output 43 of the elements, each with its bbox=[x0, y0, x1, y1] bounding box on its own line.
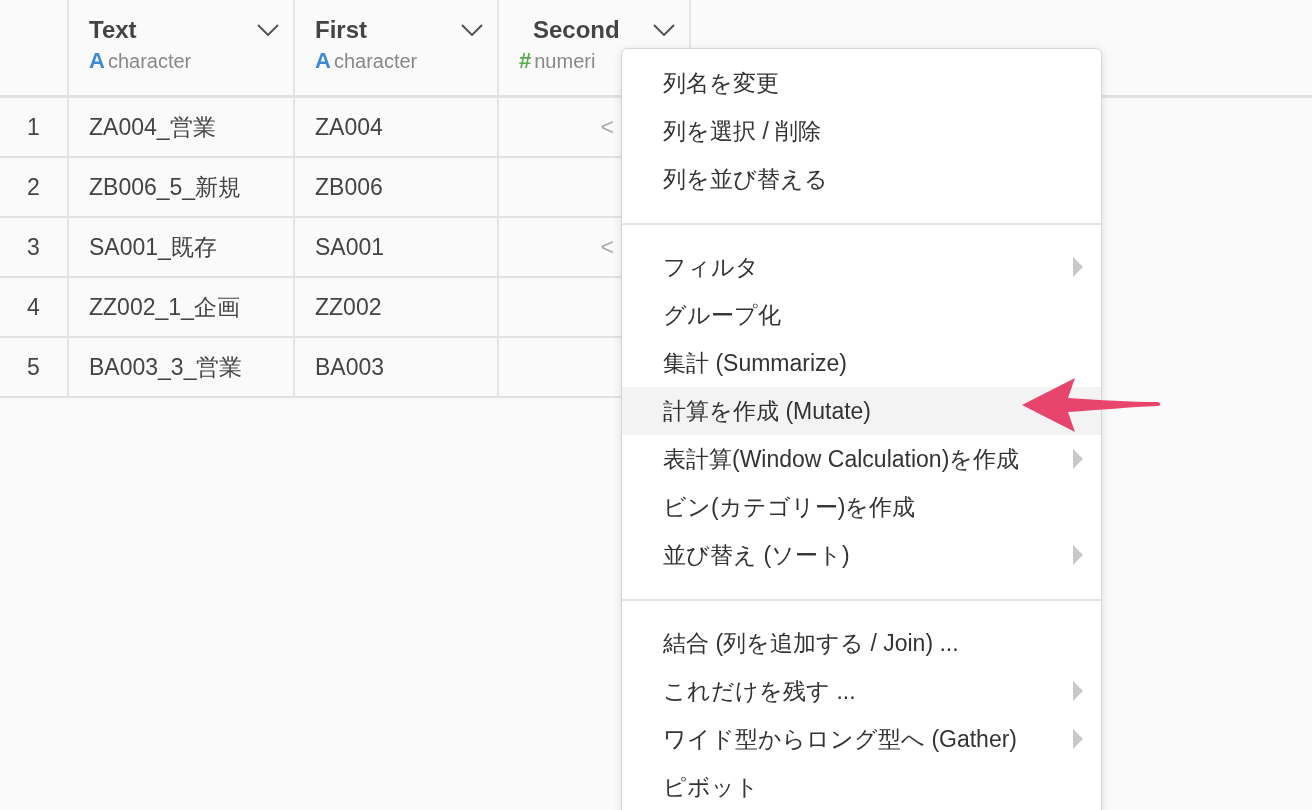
menu-item[interactable]: ワイド型からロング型へ (Gather) bbox=[622, 715, 1101, 763]
chevron-down-icon[interactable] bbox=[653, 24, 675, 36]
table-cell: BA003 bbox=[315, 353, 385, 381]
chevron-down-icon[interactable] bbox=[461, 24, 483, 36]
menu-item[interactable]: 並び替え (ソート) bbox=[622, 531, 1101, 579]
column-type: character bbox=[333, 49, 418, 73]
row-number: 4 bbox=[27, 293, 40, 321]
table-cell: ZZ002 bbox=[315, 293, 382, 321]
table-cell-text: ZB006_5_新規 bbox=[89, 172, 242, 202]
column-name: Text bbox=[89, 16, 137, 44]
chevron-down-icon[interactable] bbox=[257, 24, 279, 36]
hash-icon: # bbox=[519, 48, 532, 74]
menu-item[interactable]: 表計算(Window Calculation)を作成 bbox=[622, 435, 1101, 483]
menu-item[interactable]: これだけを残す ... bbox=[622, 667, 1101, 715]
menu-item[interactable]: フィルタ bbox=[622, 243, 1101, 291]
menu-item[interactable]: 列を選択 / 削除 bbox=[622, 107, 1101, 155]
letter-a-icon: A bbox=[315, 48, 331, 74]
table-cell-text: SA001_既存 bbox=[89, 232, 217, 262]
menu-item[interactable]: ビン(カテゴリー)を作成 bbox=[622, 483, 1101, 531]
table-cell: < bbox=[600, 113, 614, 141]
column-name: First bbox=[315, 16, 367, 44]
table-cell-text: ZZ002_1_企画 bbox=[89, 292, 240, 322]
column-type: numeri bbox=[534, 49, 596, 73]
table-cell-text: ZA004_営業 bbox=[89, 112, 216, 142]
menu-item[interactable]: 集計 (Summarize) bbox=[622, 339, 1101, 387]
row-number: 2 bbox=[27, 173, 40, 201]
column-type: character bbox=[107, 49, 192, 73]
row-number: 3 bbox=[27, 233, 40, 261]
column-name: Second bbox=[533, 16, 620, 44]
menu-item[interactable]: 結合 (列を追加する / Join) ... bbox=[622, 619, 1101, 667]
menu-item[interactable]: グループ化 bbox=[622, 291, 1101, 339]
row-number: 5 bbox=[27, 353, 40, 381]
table-cell: ZB006 bbox=[315, 173, 383, 201]
table-cell-text: BA003_3_営業 bbox=[89, 352, 243, 382]
table-cell: SA001 bbox=[315, 233, 385, 261]
menu-item[interactable]: 列を並び替える bbox=[622, 155, 1101, 203]
letter-a-icon: A bbox=[89, 48, 105, 74]
menu-item[interactable]: 計算を作成 (Mutate) bbox=[622, 387, 1101, 435]
menu-item[interactable]: ピボット bbox=[622, 763, 1101, 810]
menu-item[interactable]: 列名を変更 bbox=[622, 59, 1101, 107]
table-cell: < bbox=[600, 233, 614, 261]
table-cell: ZA004 bbox=[315, 113, 383, 141]
row-number: 1 bbox=[27, 113, 40, 141]
